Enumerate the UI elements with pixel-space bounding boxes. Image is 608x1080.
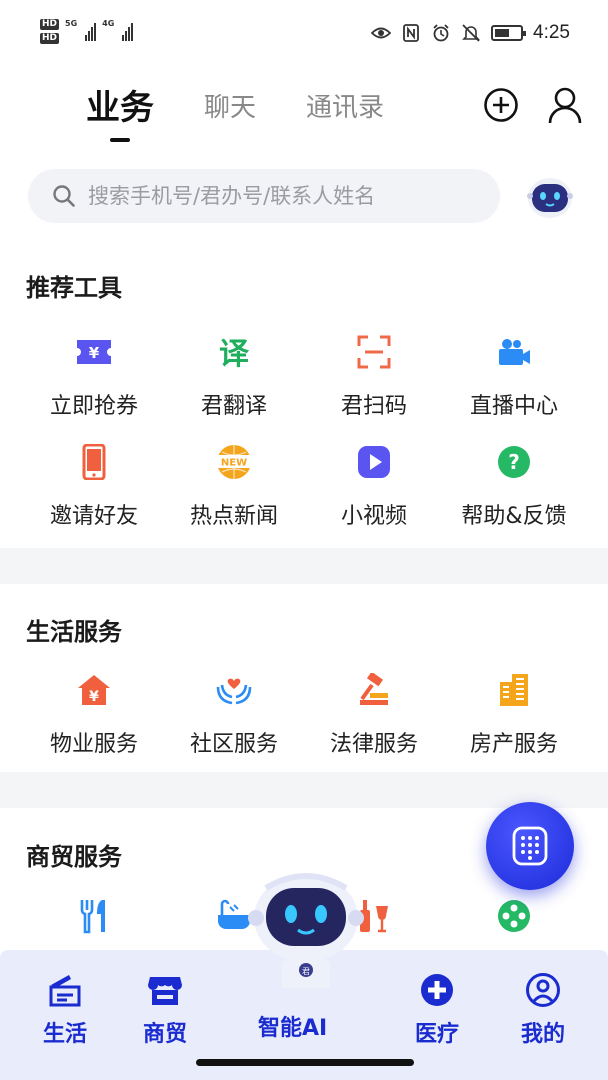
sim1-hd-badge: HD [40, 19, 60, 30]
section-title-tools: 推荐工具 [26, 274, 122, 302]
search-bar[interactable] [28, 169, 500, 223]
home-indicator[interactable] [196, 1059, 414, 1066]
search-icon [53, 185, 75, 207]
alarm-icon [431, 24, 451, 42]
life-services-grid: ¥ 物业服务 社区服务 法律服务 房产服务 [24, 656, 584, 766]
live-camera-icon [494, 332, 534, 372]
robot-assistant-icon[interactable] [526, 174, 574, 220]
network-5g-label: 5G [65, 19, 78, 28]
tool-help-feedback[interactable]: ? 帮助&反馈 [444, 428, 584, 538]
add-circle-icon [484, 88, 518, 122]
building-icon [494, 670, 534, 710]
phone-icon [74, 442, 114, 482]
nav-mine[interactable]: 我的 [498, 972, 588, 1048]
section-title-life: 生活服务 [26, 618, 122, 646]
nav-life[interactable]: 生活 [20, 972, 110, 1048]
top-tabs: 业务 聊天 通讯录 [86, 88, 434, 142]
tool-scan[interactable]: 君扫码 [304, 318, 444, 428]
news-icon: NEW [214, 442, 254, 482]
status-bar: HD HD 5G 4G 4:25 [0, 0, 608, 68]
medical-cross-icon [419, 972, 455, 1008]
svg-text:君: 君 [302, 967, 310, 976]
play-video-icon [354, 442, 394, 482]
user-circle-icon [525, 972, 561, 1008]
profile-button[interactable] [546, 86, 584, 124]
signal-group: HD HD 5G 4G [40, 19, 134, 44]
property-house-icon: ¥ [74, 670, 114, 710]
svg-text:译: 译 [219, 337, 250, 370]
svg-text:NEW: NEW [221, 458, 247, 469]
nav-commerce[interactable]: 商贸 [120, 972, 210, 1048]
section-title-commerce: 商贸服务 [26, 843, 122, 871]
community-hands-icon [214, 670, 254, 710]
tool-translate[interactable]: 译 君翻译 [164, 318, 304, 428]
tools-grid: ¥ 立即抢券 译 君翻译 君扫码 直播中心 邀请好友 NEW 热点新闻 小视频 … [24, 318, 584, 538]
add-button[interactable] [482, 86, 520, 124]
svg-text:?: ? [508, 450, 520, 474]
signal-strength-icon [85, 19, 97, 41]
robot-ai-icon[interactable]: 君 [236, 858, 376, 998]
tool-coupon[interactable]: ¥ 立即抢券 [24, 318, 164, 428]
help-icon: ? [494, 442, 534, 482]
sim2-hd-badge: HD [40, 33, 60, 44]
service-real-estate[interactable]: 房产服务 [444, 656, 584, 766]
tab-contacts[interactable]: 通讯录 [306, 88, 384, 128]
nav-ai-label[interactable]: 智能AI [258, 1010, 327, 1042]
film-reel-icon [494, 896, 534, 936]
service-legal[interactable]: 法律服务 [304, 656, 444, 766]
coupon-icon: ¥ [74, 332, 114, 372]
profile-icon [548, 87, 582, 124]
network-4g-label: 4G [102, 19, 115, 28]
nfc-icon [401, 24, 421, 42]
dialpad-fab-button[interactable] [486, 802, 574, 890]
gavel-icon [354, 670, 394, 710]
utensils-icon [74, 896, 114, 936]
search-input[interactable] [88, 184, 478, 208]
tool-short-video[interactable]: 小视频 [304, 428, 444, 538]
clock: 4:25 [533, 22, 570, 43]
tab-business[interactable]: 业务 [86, 88, 154, 142]
dialpad-icon [512, 826, 548, 866]
tool-news[interactable]: NEW 热点新闻 [164, 428, 304, 538]
eye-icon [371, 24, 392, 42]
tab-chat[interactable]: 聊天 [204, 88, 256, 128]
svg-text:¥: ¥ [89, 344, 100, 362]
service-property[interactable]: ¥ 物业服务 [24, 656, 164, 766]
service-community[interactable]: 社区服务 [164, 656, 304, 766]
scan-icon [354, 332, 394, 372]
translate-icon: 译 [214, 332, 254, 372]
mute-icon [461, 24, 481, 42]
svg-text:¥: ¥ [89, 689, 99, 705]
store-icon [147, 972, 183, 1008]
signal-strength-icon [122, 19, 134, 41]
life-shop-icon [47, 972, 83, 1008]
tool-invite[interactable]: 邀请好友 [24, 428, 164, 538]
battery-icon [491, 25, 527, 41]
tool-live[interactable]: 直播中心 [444, 318, 584, 428]
nav-medical[interactable]: 医疗 [392, 972, 482, 1048]
